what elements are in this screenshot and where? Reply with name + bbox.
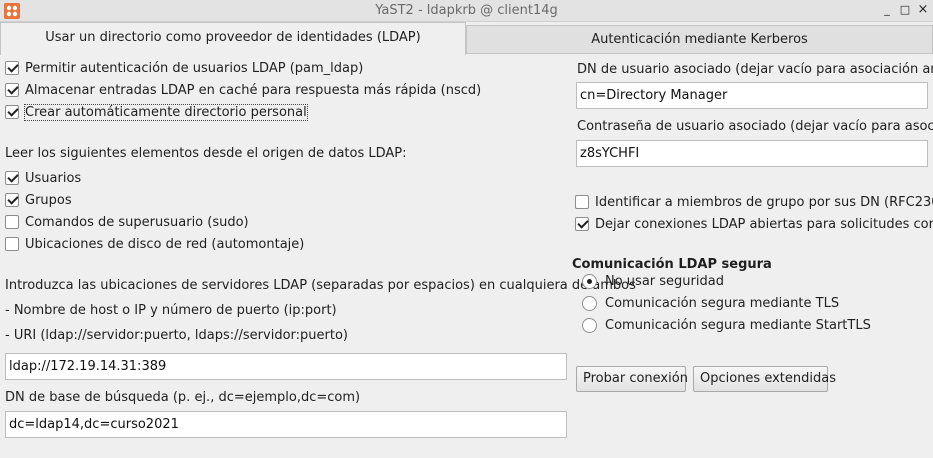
checkbox-nscd-cache[interactable]: Almacenar entradas LDAP en caché para re… xyxy=(5,81,481,99)
window-title: YaST2 - ldapkrb @ client14g xyxy=(375,3,558,18)
checkbox-box[interactable] xyxy=(5,193,19,207)
secure-communication-heading: Comunicación LDAP segura xyxy=(572,257,772,272)
servers-hint-host: - Nombre de host o IP y número de puerto… xyxy=(5,303,337,318)
radio-circle[interactable] xyxy=(582,273,597,289)
checkbox-label: Almacenar entradas LDAP en caché para re… xyxy=(25,82,482,98)
radio-label: Comunicación segura mediante TLS xyxy=(605,295,840,311)
servers-hint-uri: - URI (ldap://servidor:puerto, ldaps://s… xyxy=(5,328,348,343)
title-bar: YaST2 - ldapkrb @ client14g _ □ × xyxy=(0,0,933,22)
bind-dn-input[interactable]: cn=Directory Manager xyxy=(576,82,928,109)
bind-password-input[interactable]: z8sYCHFI xyxy=(576,140,928,167)
checkbox-label: Crear automáticamente directorio persona… xyxy=(24,103,308,121)
base-dn-label: DN de base de búsqueda (p. ej., dc=ejemp… xyxy=(5,390,361,405)
minimize-button[interactable]: _ xyxy=(880,3,894,17)
checkbox-label: Ubicaciones de disco de red (automontaje… xyxy=(25,236,305,252)
tab-kerberos[interactable]: Autenticación mediante Kerberos xyxy=(466,25,933,54)
checkbox-create-home[interactable]: Crear automáticamente directorio persona… xyxy=(5,103,308,121)
checkbox-box[interactable] xyxy=(5,105,19,119)
checkbox-box[interactable] xyxy=(5,171,19,185)
radio-label: Comunicación segura mediante StartTLS xyxy=(605,317,871,333)
radio-no-security[interactable]: No usar seguridad xyxy=(582,272,724,290)
servers-intro-text: Introduzca las ubicaciones de servidores… xyxy=(5,278,636,293)
maximize-button[interactable]: □ xyxy=(898,3,912,17)
checkbox-persistent-connections[interactable]: Dejar conexiones LDAP abiertas para soli… xyxy=(575,215,933,233)
bind-password-label: Contraseña de usuario asociado (dejar va… xyxy=(577,119,933,134)
checkbox-label: Dejar conexiones LDAP abiertas para soli… xyxy=(595,216,933,232)
radio-circle[interactable] xyxy=(582,295,597,311)
checkbox-box[interactable] xyxy=(5,215,19,229)
checkbox-sudo[interactable]: Comandos de superusuario (sudo) xyxy=(5,213,249,231)
bind-dn-label: DN de usuario asociado (dejar vacío para… xyxy=(577,62,933,77)
ldap-servers-input[interactable]: ldap://172.19.14.31:389 xyxy=(5,353,567,380)
checkbox-box[interactable] xyxy=(575,195,589,209)
tab-bar: Usar un directorio como proveedor de ide… xyxy=(0,22,933,55)
base-dn-input[interactable]: dc=ldap14,dc=curso2021 xyxy=(5,411,567,438)
checkbox-label: Grupos xyxy=(25,192,72,208)
checkbox-label: Identificar a miembros de grupo por sus … xyxy=(595,194,933,210)
checkbox-box[interactable] xyxy=(5,83,19,97)
read-items-heading: Leer los siguientes elementos desde el o… xyxy=(5,146,407,161)
checkbox-pam-ldap[interactable]: Permitir autenticación de usuarios LDAP … xyxy=(5,59,363,77)
radio-label: No usar seguridad xyxy=(605,273,724,289)
close-button[interactable]: × xyxy=(916,3,930,17)
checkbox-rfc2307bis[interactable]: Identificar a miembros de grupo por sus … xyxy=(575,193,933,211)
radio-circle[interactable] xyxy=(582,317,597,333)
checkbox-label: Comandos de superusuario (sudo) xyxy=(25,214,249,230)
checkbox-label: Usuarios xyxy=(25,170,82,186)
checkbox-automount[interactable]: Ubicaciones de disco de red (automontaje… xyxy=(5,235,304,253)
radio-tls[interactable]: Comunicación segura mediante TLS xyxy=(582,294,839,312)
checkbox-box[interactable] xyxy=(575,217,589,231)
extended-options-button[interactable]: Opciones extendidas xyxy=(693,366,836,392)
checkbox-box[interactable] xyxy=(5,61,19,75)
radio-starttls[interactable]: Comunicación segura mediante StartTLS xyxy=(582,316,871,334)
checkbox-groups[interactable]: Grupos xyxy=(5,191,72,209)
tab-divider xyxy=(466,53,933,54)
checkbox-users[interactable]: Usuarios xyxy=(5,169,81,187)
checkbox-box[interactable] xyxy=(5,237,19,251)
test-connection-button[interactable]: Probar conexión xyxy=(576,366,688,392)
checkbox-label: Permitir autenticación de usuarios LDAP … xyxy=(25,60,364,76)
tab-ldap[interactable]: Usar un directorio como proveedor de ide… xyxy=(0,22,466,55)
